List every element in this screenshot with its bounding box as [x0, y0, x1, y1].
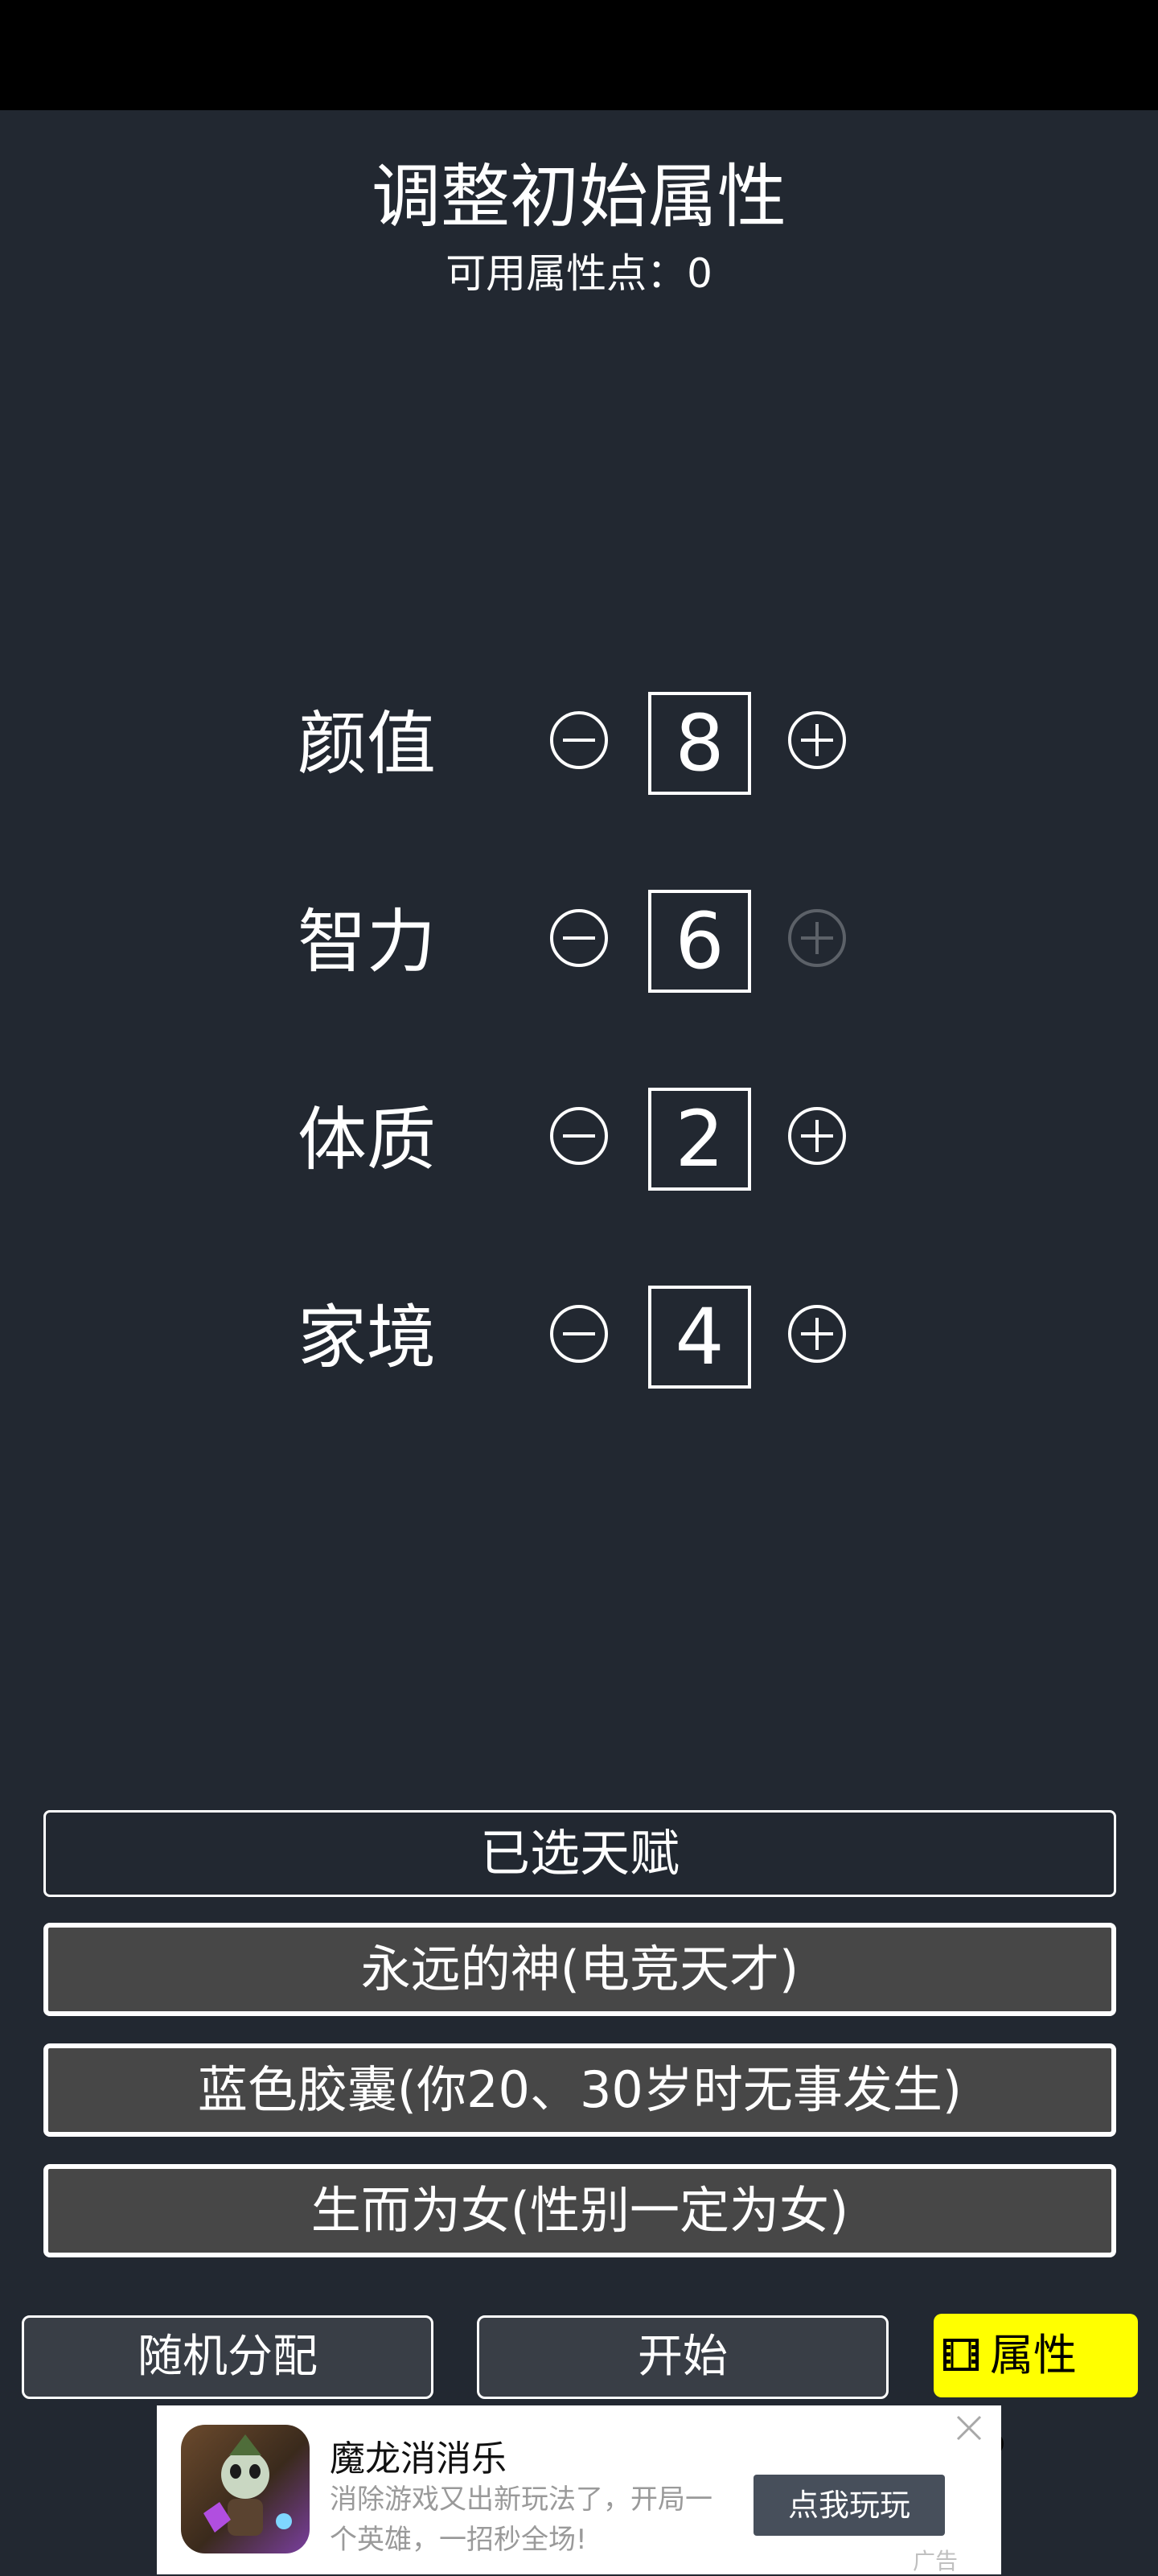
- increase-appearance-button[interactable]: [788, 711, 846, 769]
- attribute-row-intelligence: 智力 6: [0, 890, 1158, 994]
- family-value: 4: [648, 1286, 751, 1389]
- appearance-value: 8: [648, 692, 751, 795]
- attribute-label: 颜值: [298, 704, 436, 784]
- random-allocate-button[interactable]: 随机分配: [22, 2315, 433, 2399]
- close-icon[interactable]: [953, 2412, 985, 2444]
- attribute-row-constitution: 体质 2: [0, 1088, 1158, 1192]
- film-icon: [943, 2339, 979, 2372]
- increase-constitution-button[interactable]: [788, 1107, 846, 1165]
- decrease-constitution-button[interactable]: [550, 1107, 608, 1165]
- attribute-label: 体质: [298, 1100, 436, 1180]
- increase-family-button[interactable]: [788, 1305, 846, 1363]
- decrease-intelligence-button[interactable]: [550, 909, 608, 967]
- available-points: 可用属性点：0: [0, 245, 1158, 302]
- selected-talents-header[interactable]: 已选天赋: [43, 1810, 1116, 1897]
- constitution-value: 2: [648, 1088, 751, 1191]
- page-title: 调整初始属性: [372, 157, 786, 237]
- talent-item[interactable]: 生而为女(性别一定为女): [43, 2164, 1116, 2257]
- talent-item[interactable]: 永远的神(电竞天才): [43, 1923, 1116, 2016]
- ad-play-button[interactable]: 点我玩玩: [754, 2475, 945, 2536]
- available-points-label: 可用属性点：: [446, 250, 688, 297]
- attribute-row-appearance: 颜值 8: [0, 692, 1158, 796]
- talent-item[interactable]: 蓝色胶囊(你20、30岁时无事发生): [43, 2043, 1116, 2137]
- attribute-label: 智力: [298, 902, 436, 982]
- ad-banner[interactable]: 魔龙消消乐 消除游戏又出新玩法了，开局一个英雄，一招秒全场! 点我玩玩 广告: [157, 2405, 1001, 2574]
- ad-description: 消除游戏又出新玩法了，开局一个英雄，一招秒全场!: [330, 2483, 712, 2556]
- ad-title: 魔龙消消乐: [330, 2438, 507, 2479]
- start-button[interactable]: 开始: [477, 2315, 889, 2399]
- status-bar: [0, 0, 1158, 110]
- ad-tag: 广告: [913, 2548, 959, 2574]
- decrease-appearance-button[interactable]: [550, 711, 608, 769]
- game-app-icon: [181, 2425, 310, 2553]
- decrease-family-button[interactable]: [550, 1305, 608, 1363]
- available-points-value: 0: [687, 250, 712, 297]
- intelligence-value: 6: [648, 890, 751, 993]
- increase-intelligence-button[interactable]: [788, 909, 846, 967]
- attribute-bonus-button[interactable]: 属性+5: [934, 2314, 1138, 2464]
- attribute-row-family: 家境 4: [0, 1286, 1158, 1390]
- attribute-label: 家境: [298, 1298, 436, 1378]
